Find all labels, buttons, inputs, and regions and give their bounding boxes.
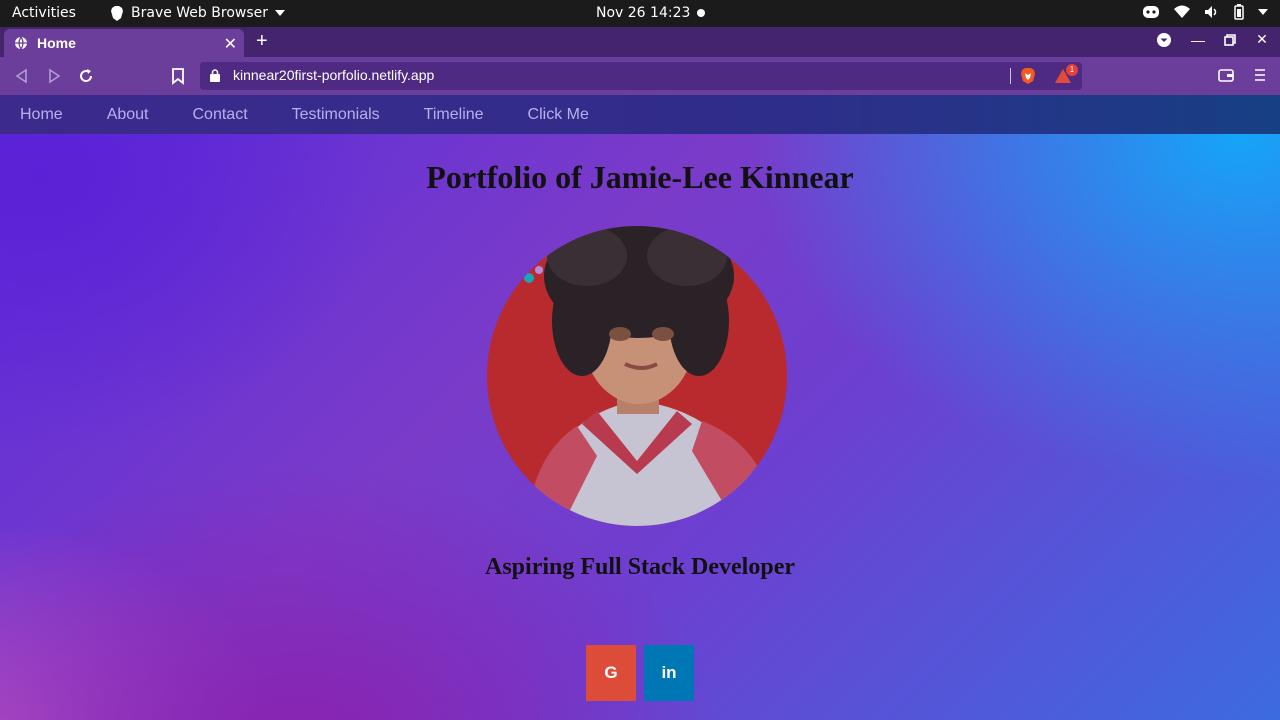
nav-link-click-me[interactable]: Click Me xyxy=(528,95,589,134)
window-controls: — ✕ xyxy=(1156,31,1270,48)
minimize-icon[interactable]: — xyxy=(1190,32,1206,48)
address-bar[interactable]: kinnear20first-porfolio.netlify.app 1 xyxy=(200,62,1082,90)
app-name: Brave Web Browser xyxy=(131,5,268,21)
toolbar-right xyxy=(1218,68,1266,82)
subtitle: Aspiring Full Stack Developer xyxy=(485,554,795,580)
wallet-icon[interactable] xyxy=(1218,68,1234,82)
nav-link-testimonials[interactable]: Testimonials xyxy=(292,95,380,134)
nav-link-contact[interactable]: Contact xyxy=(193,95,248,134)
back-icon[interactable] xyxy=(12,66,32,86)
page-viewport: Home About Contact Testimonials Timeline… xyxy=(0,95,1280,720)
system-tray[interactable] xyxy=(1142,4,1268,20)
close-window-icon[interactable]: ✕ xyxy=(1254,31,1270,48)
restore-icon[interactable] xyxy=(1224,33,1236,46)
tab-home[interactable]: Home ✕ xyxy=(4,29,244,57)
new-tab-icon[interactable]: + xyxy=(256,31,268,51)
wifi-icon[interactable] xyxy=(1174,5,1190,19)
site-navbar: Home About Contact Testimonials Timeline… xyxy=(0,95,1280,134)
social-links: G in xyxy=(586,645,694,701)
globe-icon xyxy=(15,36,27,50)
rewards-badge: 1 xyxy=(1066,64,1078,76)
browser-toolbar: kinnear20first-porfolio.netlify.app 1 xyxy=(0,57,1280,95)
brave-lion-icon xyxy=(111,5,123,21)
nav-link-home[interactable]: Home xyxy=(20,95,63,134)
reload-icon[interactable] xyxy=(76,66,96,86)
tab-search-icon[interactable] xyxy=(1156,32,1172,48)
brave-shields-icon[interactable] xyxy=(1019,67,1037,85)
system-top-bar: Activities Brave Web Browser Nov 26 14:2… xyxy=(0,0,1280,27)
notification-dot-icon xyxy=(697,9,705,17)
system-menu-chevron-icon[interactable] xyxy=(1258,9,1268,15)
url-separator xyxy=(1010,68,1011,84)
forward-icon[interactable] xyxy=(44,66,64,86)
url-text[interactable]: kinnear20first-porfolio.netlify.app xyxy=(233,67,434,83)
clock[interactable]: Nov 26 14:23 xyxy=(596,5,690,21)
lock-icon[interactable] xyxy=(210,69,220,82)
profile-photo xyxy=(487,226,787,526)
volume-icon[interactable] xyxy=(1204,5,1220,19)
activities-button[interactable]: Activities xyxy=(12,5,76,21)
discord-icon[interactable] xyxy=(1142,5,1160,19)
tab-title: Home xyxy=(37,35,76,51)
tab-strip: Home ✕ + — ✕ xyxy=(0,27,1280,57)
nav-link-timeline[interactable]: Timeline xyxy=(424,95,484,134)
google-button[interactable]: G xyxy=(586,645,636,701)
page-title: Portfolio of Jamie-Lee Kinnear xyxy=(426,159,854,195)
battery-icon[interactable] xyxy=(1234,4,1244,20)
bookmark-icon[interactable] xyxy=(168,66,188,86)
chevron-down-icon xyxy=(275,10,285,16)
nav-link-about[interactable]: About xyxy=(107,95,149,134)
close-tab-icon[interactable]: ✕ xyxy=(224,34,237,54)
linkedin-button[interactable]: in xyxy=(644,645,694,701)
menu-icon[interactable] xyxy=(1254,68,1266,82)
app-menu[interactable]: Brave Web Browser xyxy=(110,5,285,21)
